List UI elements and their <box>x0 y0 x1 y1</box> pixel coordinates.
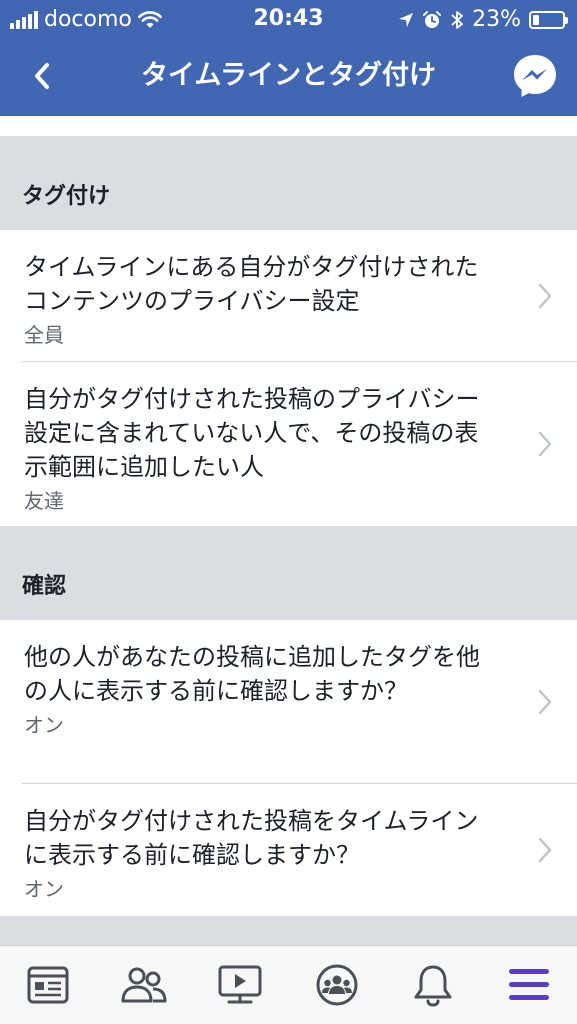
top-spacer <box>0 116 577 136</box>
friends-icon <box>121 967 167 1003</box>
news-feed-icon <box>27 966 69 1004</box>
setting-row-review-tags[interactable]: 他の人があなたの投稿に追加したタグを他の人に表示する前に確認しますか？ オン <box>0 620 577 784</box>
tab-bar <box>0 945 577 1024</box>
tab-news-feed[interactable] <box>18 955 78 1015</box>
page-title: タイムラインとタグ付け <box>140 60 437 91</box>
messenger-button[interactable] <box>511 52 559 100</box>
tab-notifications[interactable] <box>403 955 463 1015</box>
section-header-next <box>0 916 577 945</box>
battery-fill <box>533 15 539 25</box>
setting-title: タイムラインにある自分がタグ付けされたコンテンツのプライバシー設定 <box>24 253 479 315</box>
battery-icon <box>529 11 568 29</box>
section-header-review: 確認 <box>0 526 577 620</box>
section-title: 確認 <box>22 574 67 599</box>
setting-value: オン <box>24 877 64 901</box>
back-button[interactable] <box>20 54 64 98</box>
setting-value: 友達 <box>24 489 64 513</box>
setting-value: オン <box>24 713 64 737</box>
messenger-icon <box>514 55 556 97</box>
chevron-right-icon <box>538 431 552 457</box>
setting-row-add-audience[interactable]: 自分がタグ付けされた投稿のプライバシー設定に含まれていない人で、その投稿の表示範… <box>0 362 577 526</box>
header: docomo 20:43 23% タイムラインとタグ付け <box>0 0 577 116</box>
chevron-right-icon <box>538 837 552 863</box>
nav-bar: タイムラインとタグ付け <box>0 40 577 116</box>
chevron-right-icon <box>538 689 552 715</box>
setting-row-review-timeline-posts[interactable]: 自分がタグ付けされた投稿をタイムラインに表示する前に確認しますか？ オン <box>0 784 577 916</box>
section-title: タグ付け <box>22 184 111 209</box>
setting-title: 他の人があなたの投稿に追加したタグを他の人に表示する前に確認しますか？ <box>24 643 480 705</box>
menu-icon <box>508 969 549 1000</box>
status-right: 23% <box>398 7 568 32</box>
screen: docomo 20:43 23% タイムラインとタグ付け タグ付け タイムライン… <box>0 0 577 1024</box>
chevron-right-icon <box>538 283 552 309</box>
settings-content: タグ付け タイムラインにある自分がタグ付けされたコンテンツのプライバシー設定 全… <box>0 116 577 945</box>
bluetooth-icon <box>451 11 463 29</box>
status-bar: docomo 20:43 23% <box>0 0 577 40</box>
notifications-icon <box>414 965 452 1007</box>
tab-friends[interactable] <box>114 955 174 1015</box>
setting-row-tagged-content-privacy[interactable]: タイムラインにある自分がタグ付けされたコンテンツのプライバシー設定 全員 <box>0 230 577 362</box>
setting-title: 自分がタグ付けされた投稿をタイムラインに表示する前に確認しますか？ <box>24 807 479 869</box>
groups-icon <box>316 964 358 1006</box>
watch-icon <box>218 965 262 1004</box>
tab-menu[interactable] <box>499 955 559 1015</box>
setting-title: 自分がタグ付けされた投稿のプライバシー設定に含まれていない人で、その投稿の表示範… <box>24 385 480 481</box>
battery-percent: 23% <box>472 7 521 32</box>
alarm-icon <box>423 11 442 28</box>
chevron-left-icon <box>35 63 49 89</box>
tab-groups[interactable] <box>307 955 367 1015</box>
section-header-tagging: タグ付け <box>0 136 577 230</box>
location-icon <box>399 13 414 27</box>
tab-watch[interactable] <box>210 955 270 1015</box>
setting-value: 全員 <box>24 323 64 347</box>
